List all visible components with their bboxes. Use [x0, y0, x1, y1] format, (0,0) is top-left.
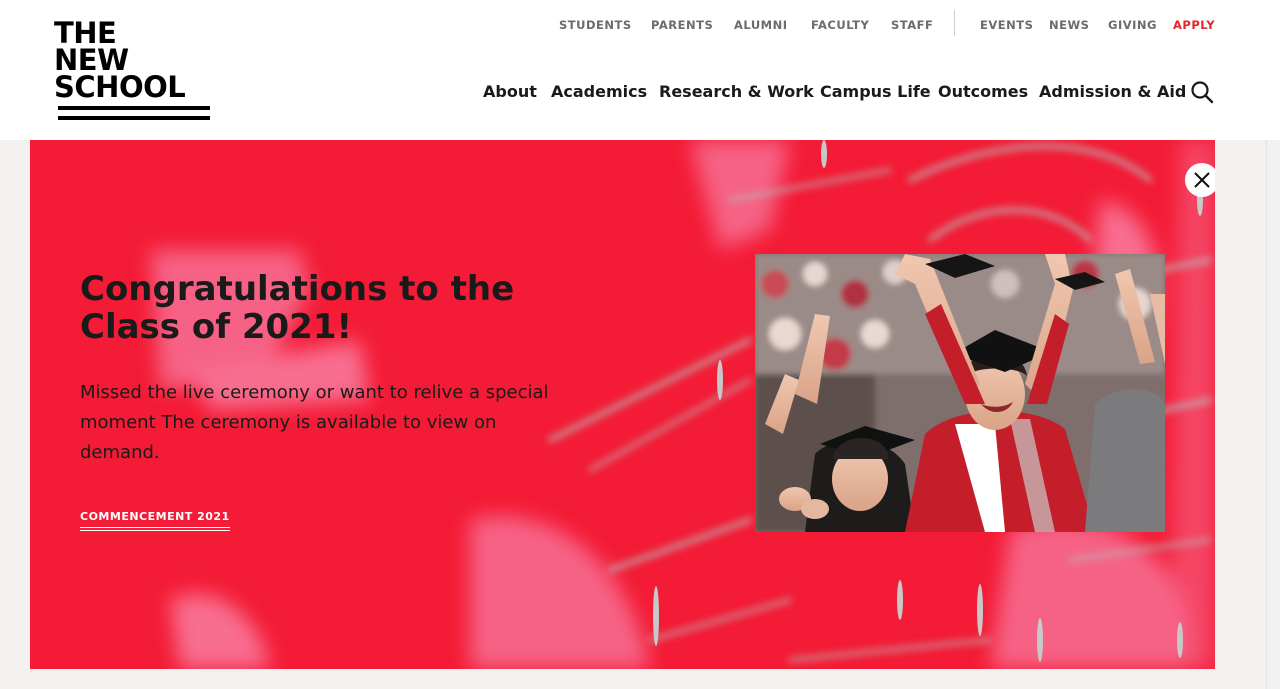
graduation-photo [755, 254, 1165, 532]
banner-body: Missed the live ceremony or want to reli… [80, 382, 549, 463]
page-scrollbar[interactable] [1266, 140, 1280, 689]
close-icon [1194, 172, 1210, 188]
banner-headline: Congratulations to the Class of 2021! [80, 269, 515, 347]
utility-divider [954, 10, 955, 36]
utility-link-apply[interactable]: APPLY [1173, 18, 1215, 32]
nav-research-work[interactable]: Research & Work [659, 82, 814, 101]
utility-link-students[interactable]: STUDENTS [559, 18, 632, 32]
logo-rule-2 [58, 116, 210, 120]
graduates-cheering-image [755, 254, 1165, 532]
commencement-banner: Congratulations to the Class of 2021! Mi… [30, 140, 1215, 669]
commencement-link[interactable]: COMMENCEMENT 2021 [80, 510, 230, 531]
site-header: THE NEW SCHOOL STUDENTS PARENTS ALUMNI F… [0, 0, 1280, 140]
nav-about[interactable]: About [483, 82, 537, 101]
logo-line-3: SCHOOL [54, 70, 186, 104]
utility-link-alumni[interactable]: ALUMNI [734, 18, 788, 32]
nav-outcomes[interactable]: Outcomes [938, 82, 1028, 101]
utility-link-staff[interactable]: STAFF [891, 18, 933, 32]
utility-link-giving[interactable]: GIVING [1108, 18, 1157, 32]
new-school-logo[interactable]: THE NEW SCHOOL [54, 19, 214, 122]
utility-link-news[interactable]: NEWS [1049, 18, 1089, 32]
search-icon [1191, 81, 1214, 104]
close-button[interactable] [1185, 163, 1215, 197]
nav-academics[interactable]: Academics [551, 82, 647, 101]
utility-link-faculty[interactable]: FACULTY [811, 18, 869, 32]
utility-link-events[interactable]: EVENTS [980, 18, 1033, 32]
utility-link-parents[interactable]: PARENTS [651, 18, 713, 32]
nav-admission-aid[interactable]: Admission & Aid [1039, 82, 1186, 101]
search-button[interactable] [1190, 80, 1214, 104]
logo-rule-1 [58, 106, 210, 110]
nav-campus-life[interactable]: Campus Life [820, 82, 931, 101]
